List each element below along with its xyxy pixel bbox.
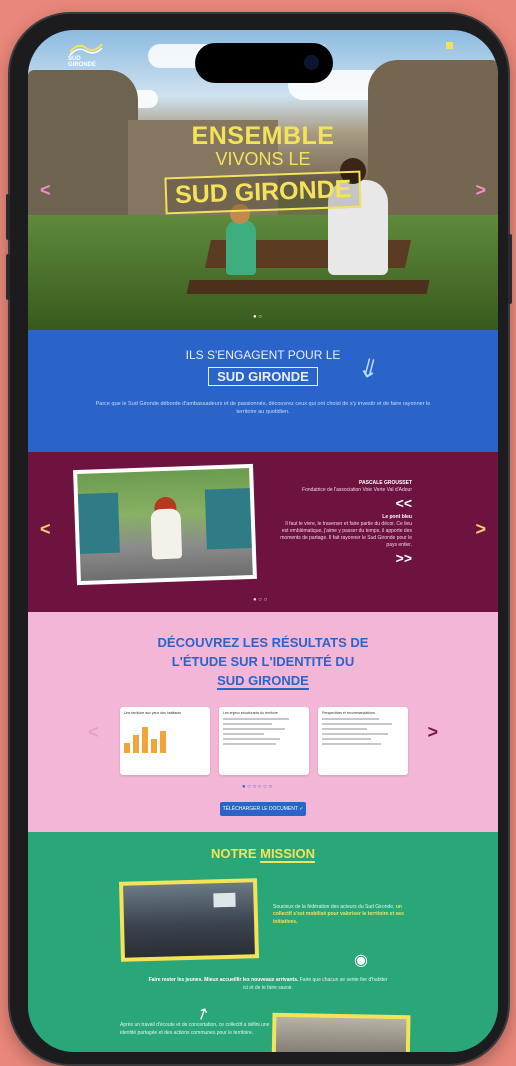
hero-line-3: SUD GIRONDE	[164, 170, 362, 215]
download-button-label: TÉLÉCHARGER LE DOCUMENT	[222, 806, 298, 812]
download-button[interactable]: TÉLÉCHARGER LE DOCUMENT ✓	[220, 802, 306, 816]
testimonial-role: Fondatrice de l'association Voie Verte V…	[302, 487, 412, 493]
engagement-heading-box: SUD GIRONDE	[208, 367, 318, 386]
eye-icon: ◉	[354, 952, 368, 969]
study-cards: Une territoire aux yeux des habitants Le…	[120, 707, 408, 775]
mission-text-2-bold: Faire rester les jeunes. Mieux accueilli…	[148, 977, 299, 983]
study-card-title: Les enjeux structurants du territoire	[223, 711, 278, 715]
projector-screen	[213, 892, 236, 908]
testimonial-photo	[73, 463, 257, 586]
child-figure	[226, 220, 256, 275]
mission-text-2: Faire rester les jeunes. Mieux accueilli…	[148, 977, 388, 992]
hero-title: ENSEMBLE VIVONS LE SUD GIRONDE	[28, 122, 498, 215]
hero-next-arrow[interactable]: >	[475, 180, 486, 201]
logo-text: SUD GIRONDE	[68, 56, 97, 68]
study-title-line-1: DÉCOUVREZ LES RÉSULTATS DE	[157, 635, 369, 650]
mission-title-prefix: NOTRE	[210, 846, 261, 861]
testimonial-name: PASCALE GROUSSET	[359, 480, 412, 486]
bridge-railing	[77, 492, 120, 554]
engagement-text: Parce que le Sud Gironde déborde d'ambas…	[95, 401, 431, 416]
engagement-section: ILS S'ENGAGENT POUR LE SUD GIRONDE Parce…	[28, 330, 498, 452]
quote-close-icon: >>	[395, 549, 412, 566]
testimonial-subtitle: Le pont bleu	[382, 513, 412, 520]
phone-side-button	[508, 234, 512, 304]
woman-figure	[150, 508, 183, 560]
hero-line-2: VIVONS LE	[215, 149, 311, 169]
testimonial-body: Il faut le vivre, le traverser et faire …	[280, 520, 412, 548]
phone-side-button	[6, 254, 10, 300]
hero-carousel-dots[interactable]: ● ○	[253, 314, 262, 320]
mission-text-1: Soucieux de la fédération des acteurs du…	[273, 904, 413, 926]
study-next-arrow[interactable]: >	[427, 722, 438, 743]
study-card[interactable]: Les enjeux structurants du territoire	[219, 707, 309, 775]
chevron-down-icon: ✓	[299, 806, 304, 812]
study-title-line-2: L'ÉTUDE SUR L'IDENTITÉ DU	[171, 653, 355, 669]
study-card[interactable]: Une territoire aux yeux des habitants	[120, 707, 210, 775]
menu-icon[interactable]	[446, 42, 453, 49]
site-logo[interactable]: SUD GIRONDE	[68, 40, 108, 68]
mission-section: NOTRE MISSION Soucieux de la fédération …	[28, 832, 498, 1052]
bar-chart-thumbnail	[124, 723, 206, 753]
phone-side-button	[6, 194, 10, 240]
study-prev-arrow[interactable]: <	[88, 722, 99, 743]
hero-line-1: ENSEMBLE	[191, 122, 335, 150]
mission-photo	[118, 878, 260, 962]
camera-icon	[304, 55, 319, 70]
picnic-bench	[186, 280, 430, 294]
mission-text-3: Après un travail d'écoute et de concerta…	[120, 1022, 270, 1036]
study-carousel-dots[interactable]: ● ○ ○ ○ ○ ○	[242, 784, 272, 790]
study-card-title: Une territoire aux yeux des habitants	[124, 711, 182, 715]
hero-prev-arrow[interactable]: <	[40, 180, 51, 201]
engagement-heading: ILS S'ENGAGENT POUR LE	[185, 348, 341, 362]
testimonial-section: PASCALE GROUSSET Fondatrice de l'associa…	[28, 452, 498, 612]
testimonial-carousel-dots[interactable]: ● ○ ○	[253, 597, 267, 603]
testimonial-next-arrow[interactable]: >	[475, 519, 486, 540]
testimonial-prev-arrow[interactable]: <	[40, 519, 51, 540]
quote-open-icon: <<	[395, 495, 412, 511]
logo-wave-icon	[69, 43, 103, 56]
bridge-railing	[204, 488, 252, 550]
study-card[interactable]: Perspectives et recommandations	[318, 707, 408, 775]
study-section: DÉCOUVREZ LES RÉSULTATS DE L'ÉTUDE SUR L…	[28, 612, 498, 832]
phone-screen: SUD GIRONDE Idée ENSEMBLE VIVONS LE SUD …	[28, 30, 498, 1052]
mission-title: NOTRE MISSION	[28, 846, 498, 863]
mission-title-highlight: MISSION	[260, 846, 316, 863]
lawn	[28, 215, 498, 330]
mission-text-1-intro: Soucieux de la fédération des acteurs du…	[273, 904, 395, 910]
study-card-title: Perspectives et recommandations	[322, 711, 375, 715]
dynamic-island	[195, 43, 333, 83]
study-title-line-3: SUD GIRONDE	[217, 672, 309, 690]
study-title: DÉCOUVREZ LES RÉSULTATS DE L'ÉTUDE SUR L…	[28, 634, 498, 691]
mission-photo-2	[271, 1012, 411, 1052]
testimonial-quote: PASCALE GROUSSET Fondatrice de l'associa…	[278, 480, 412, 568]
